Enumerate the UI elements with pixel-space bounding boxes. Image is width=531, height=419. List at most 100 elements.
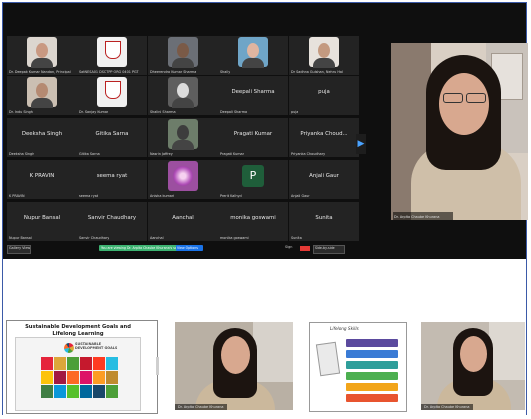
participant-tile[interactable]: Dheerendra Kumar Sharma <box>148 36 218 75</box>
participant-label: Pragati Kumar <box>220 152 245 156</box>
face <box>318 43 330 58</box>
participant-tile[interactable]: P Prerit Kalhyd <box>218 160 288 199</box>
shoulders <box>172 140 194 150</box>
chevron-right-icon: ▶ <box>357 139 365 149</box>
next-page-button[interactable]: ▶ <box>356 134 366 154</box>
participant-label: Dr. Sanjay Kumar <box>79 110 109 114</box>
active-speaker-video: Dr. Arpita Chaube Khurana <box>391 43 528 220</box>
participant-name: Pragati Kumar <box>233 131 273 137</box>
participant-label: puja <box>291 110 299 114</box>
participant-tile[interactable]: Gitika Sarna Gitika Sarna <box>77 118 147 157</box>
participant-tile[interactable]: Sunita Sunita <box>289 202 359 241</box>
participant-tile[interactable]: SatNESA01 DSCTPP ORG 0401 PGT <box>77 36 147 75</box>
participant-tile[interactable]: Dr. Sanjay Kumar <box>77 76 147 115</box>
shoulders <box>313 58 335 68</box>
layout-select-label: Side-by-side <box>315 246 335 250</box>
sdg-logo-text: SUSTAINABLE DEVELOPMENT GOALS <box>75 342 118 350</box>
participant-tile[interactable]: Pragati Kumar Pragati Kumar <box>218 118 288 157</box>
sdg-goal-icon <box>106 357 118 370</box>
skill-bar <box>346 350 398 358</box>
participant-label: seema ryat <box>79 194 99 198</box>
participant-label: Nasrin Jaffrey <box>150 152 173 156</box>
skill-bar <box>346 339 398 347</box>
view-toggle-label[interactable]: Gallery View <box>9 246 30 250</box>
sdg-goal-icon <box>54 371 66 384</box>
sdg-goal-icon <box>67 371 79 384</box>
participant-tile[interactable]: Nupur Bansal Nupur Bansal <box>7 202 77 241</box>
sdg-goal-icon <box>67 385 79 398</box>
participant-tile[interactable]: Aanchal Aanchal <box>148 202 218 241</box>
participant-name: Nupur Bansal <box>23 215 61 221</box>
participant-label: monika goswami <box>220 236 249 240</box>
participant-label: Deeksha Singh <box>9 152 35 156</box>
participant-tile[interactable]: Anisha kumari <box>148 160 218 199</box>
participant-tile[interactable]: Shalini Sharma <box>148 76 218 115</box>
participant-name: Priyanka Choud... <box>300 131 348 137</box>
participant-label: SatNESA01 DSCTPP ORG 0401 PGT <box>79 70 139 74</box>
participant-label: Deepali Sharma <box>220 110 248 114</box>
participant-tile[interactable]: Dr. Indu Singh <box>7 76 77 115</box>
participant-name: Anjali Gaur <box>309 173 339 179</box>
participant-label: Aanchal <box>150 236 164 240</box>
sdg-goal-icon <box>93 371 105 384</box>
participant-tile[interactable]: seema ryat seema ryat <box>77 160 147 199</box>
participant-tile[interactable]: Deeksha Singh Deeksha Singh <box>7 118 77 157</box>
participant-label: Anisha kumari <box>150 194 175 198</box>
sdg-goal-icon <box>41 357 53 370</box>
participant-tile[interactable]: Priyanka Choud... Priyanka Choudhary <box>289 118 359 157</box>
skill-bar <box>346 394 398 402</box>
participant-photo <box>168 119 198 150</box>
participant-tile[interactable]: Nasrin Jaffrey <box>148 118 218 157</box>
participant-photo <box>97 77 127 107</box>
participant-name: seema ryat <box>96 173 128 179</box>
participant-photo <box>168 37 198 68</box>
participant-tile[interactable]: Shaily <box>218 36 288 75</box>
school-logo-icon <box>105 81 121 99</box>
participant-tile[interactable]: Dr. Deepak Kumar Nandan, Principal <box>7 36 77 75</box>
participant-tile[interactable]: Dr Sadhna Gulshan, Nehru Hal <box>289 36 359 75</box>
participant-name: Sunita <box>315 215 333 221</box>
participant-tile[interactable]: monika goswami monika goswami <box>218 202 288 241</box>
skill-bar <box>346 361 398 369</box>
scroll-handle[interactable] <box>156 357 159 375</box>
shoulders <box>242 58 264 68</box>
participant-tile[interactable]: K PRAVIN K PRAVIN <box>7 160 77 199</box>
participant-tile[interactable]: puja puja <box>289 76 359 115</box>
face <box>36 43 48 58</box>
flower-icon <box>173 166 193 186</box>
slide-sdg-title: Sustainable Development Goals and Lifelo… <box>25 324 131 337</box>
bottom-panel: Sustainable Development Goals and Lifelo… <box>3 320 526 415</box>
participant-photo <box>27 77 57 108</box>
face <box>36 83 48 98</box>
participant-name: Deepali Sharma <box>231 89 275 95</box>
sdg-goal-icon <box>41 371 53 384</box>
participant-label: Gitika Sarna <box>79 152 100 156</box>
sign-label[interactable]: Sign <box>285 245 292 249</box>
sdg-goal-icon <box>106 371 118 384</box>
skill-bar <box>346 383 398 391</box>
view-options-label: View Options <box>177 245 198 250</box>
shoulders <box>31 98 53 108</box>
shoulders <box>31 58 53 68</box>
participant-tile[interactable]: Deepali Sharma Deepali Sharma <box>218 76 288 115</box>
face <box>177 43 189 58</box>
sdg-goal-icon <box>106 385 118 398</box>
slide-skills-thumbnail: Lifelong Skills <box>309 322 407 412</box>
participant-tile[interactable]: Sanvir Chaudhary Sanvir Chaudhary <box>77 202 147 241</box>
participant-name: Deeksha Singh <box>21 131 63 137</box>
share-banner-text: You are viewing Dr. Arpita Chaube Khuran… <box>101 245 184 250</box>
sdg-goal-icon <box>93 385 105 398</box>
participant-photo <box>97 37 127 67</box>
participant-name: K PRAVIN <box>29 173 55 179</box>
participant-tile[interactable]: Anjali Gaur Anjali Gaur <box>289 160 359 199</box>
participant-label: Dr Sadhna Gulshan, Nehru Hal <box>291 70 343 74</box>
participant-photo <box>238 37 268 68</box>
meeting-screenshot: Dr. Deepak Kumar Nandan, Principal SatNES… <box>3 3 528 259</box>
participant-label: Prerit Kalhyd <box>220 194 242 198</box>
shoulders <box>172 98 194 108</box>
participant-name: puja <box>318 89 330 95</box>
participant-label: Dr. Deepak Kumar Nandan, Principal <box>9 70 71 74</box>
participant-label: Dheerendra Kumar Sharma <box>150 70 197 74</box>
face <box>177 125 189 140</box>
participant-photo <box>168 77 198 108</box>
